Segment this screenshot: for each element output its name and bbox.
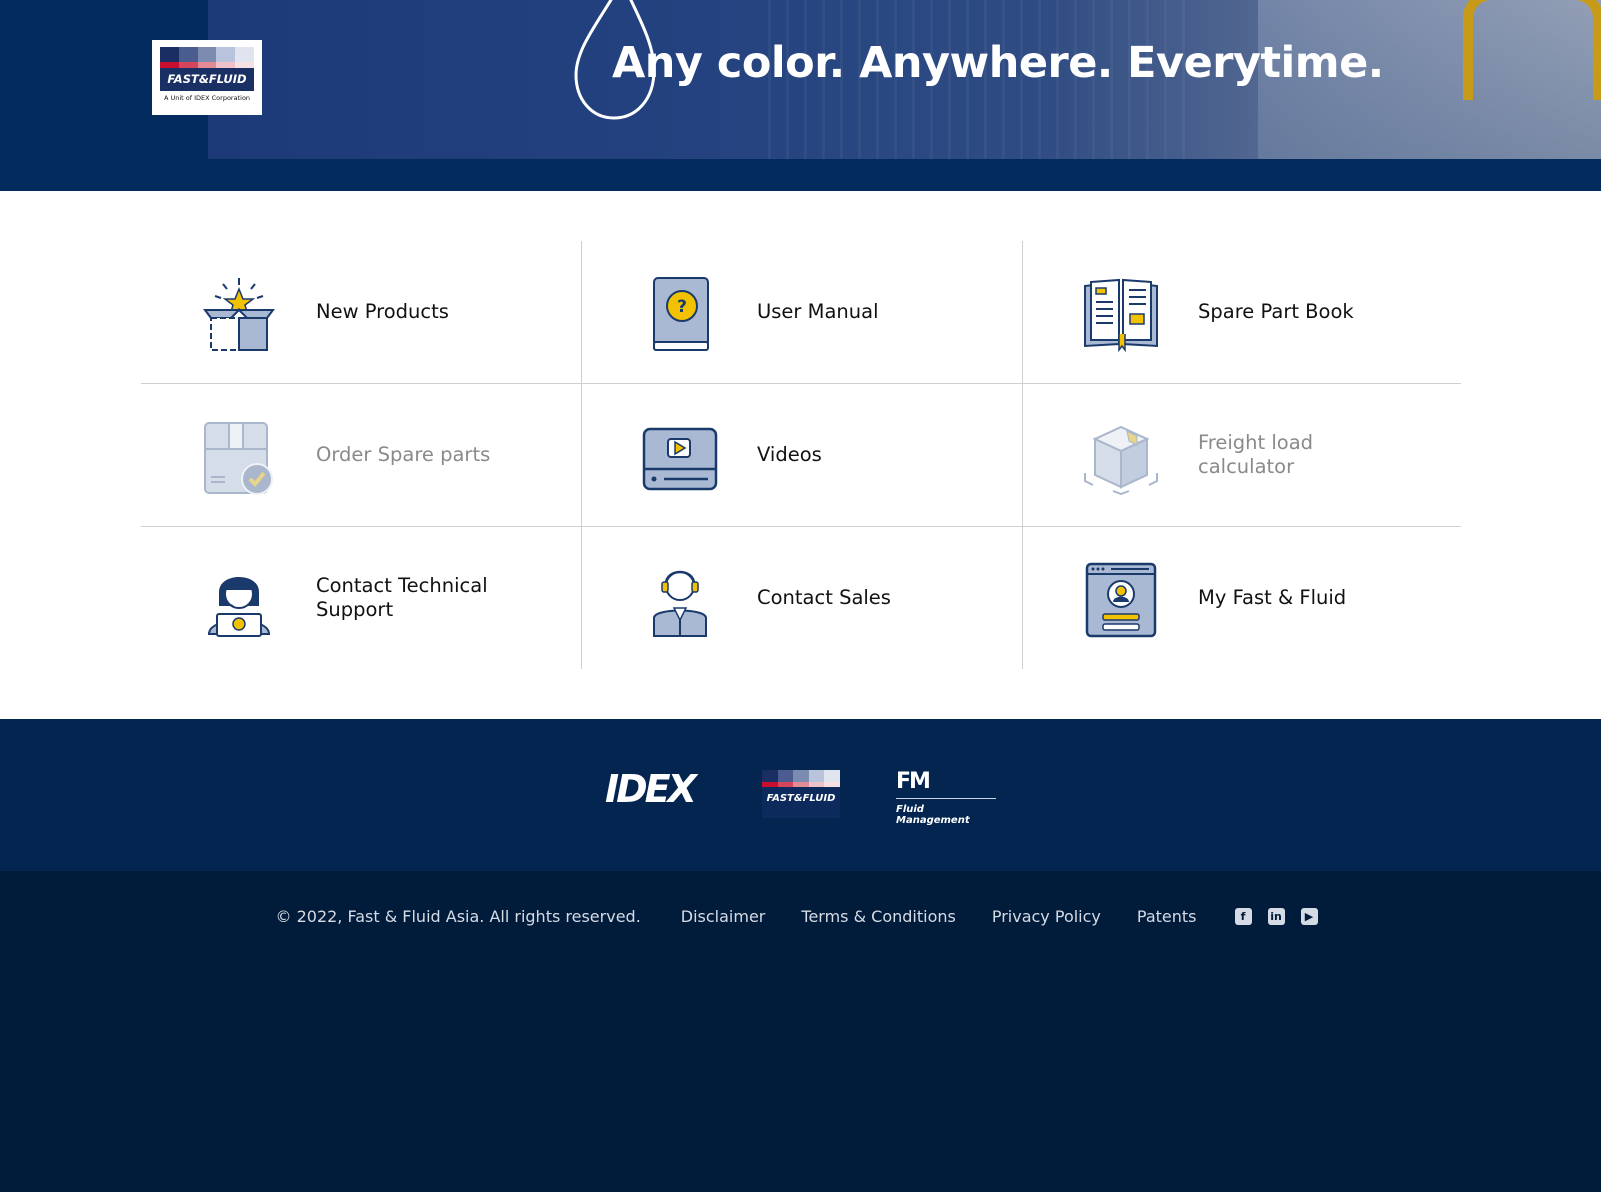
copyright: © 2022, Fast & Fluid Asia. All rights re… xyxy=(275,906,641,926)
tile-new-products[interactable]: New Products xyxy=(141,241,581,383)
logo-subtitle: A Unit of IDEX Corporation xyxy=(163,94,251,102)
logo-swatches-red xyxy=(762,782,840,787)
terms-link[interactable]: Terms & Conditions xyxy=(801,907,955,926)
fluid-management-logo[interactable]: FM Fluid Management xyxy=(896,769,996,826)
tile-label: My Fast & Fluid xyxy=(1198,586,1347,609)
tile-user-manual[interactable]: ? User Manual xyxy=(582,241,1022,383)
fm-name: Fluid Management xyxy=(896,804,970,826)
freight-box-icon xyxy=(1084,425,1158,495)
footer-links: © 2022, Fast & Fluid Asia. All rights re… xyxy=(0,903,1601,929)
technical-support-agent-icon xyxy=(207,577,271,637)
tile-contact-technical-support[interactable]: Contact Technical Support xyxy=(141,527,581,669)
fast-fluid-footer-logo[interactable]: FAST&FLUID xyxy=(762,770,840,818)
header: Any color. Anywhere. Everytime. FAST&FLU… xyxy=(0,0,1601,191)
tile-label: Contact Technical Support xyxy=(316,574,488,621)
fm-mark: FM xyxy=(896,769,931,794)
tile-freight-load-calculator[interactable]: Freight load calculator xyxy=(1023,384,1463,526)
sales-agent-icon xyxy=(653,570,707,637)
footer: © 2022, Fast & Fluid Asia. All rights re… xyxy=(0,871,1601,1192)
patents-link[interactable]: Patents xyxy=(1137,907,1197,926)
svg-text:?: ? xyxy=(677,297,687,317)
logo-swatches xyxy=(762,770,840,782)
tile-my-fast-fluid[interactable]: My Fast & Fluid xyxy=(1023,527,1463,669)
tile-spare-part-book[interactable]: Spare Part Book xyxy=(1023,241,1463,383)
tile-label: Order Spare parts xyxy=(316,443,491,466)
tile-label: User Manual xyxy=(757,300,879,323)
privacy-policy-link[interactable]: Privacy Policy xyxy=(992,907,1101,926)
gift-box-star-icon xyxy=(203,278,275,351)
tile-label: Videos xyxy=(757,443,822,466)
tile-grid: New Products ? User Manual Spare Part Bo… xyxy=(141,241,1461,669)
tile-order-spare-parts[interactable]: Order Spare parts xyxy=(141,384,581,526)
user-profile-card-icon xyxy=(1085,562,1157,638)
hero-banner: Any color. Anywhere. Everytime. xyxy=(208,0,1601,159)
facebook-icon[interactable]: f xyxy=(1234,907,1252,925)
fm-rule xyxy=(896,798,996,799)
tile-label: Freight load calculator xyxy=(1198,431,1314,478)
main-content: New Products ? User Manual Spare Part Bo… xyxy=(0,191,1601,719)
disclaimer-link[interactable]: Disclaimer xyxy=(681,907,766,926)
tile-contact-sales[interactable]: Contact Sales xyxy=(582,527,1022,669)
tile-label: Spare Part Book xyxy=(1198,300,1354,323)
open-book-icon xyxy=(1084,278,1158,352)
banner-yellow-rail xyxy=(1463,0,1601,100)
logo-name: FAST&FLUID xyxy=(766,793,836,804)
package-check-icon xyxy=(204,422,273,495)
youtube-icon[interactable]: ▶ xyxy=(1300,907,1318,925)
tile-label: Contact Sales xyxy=(757,586,891,609)
fast-fluid-logo[interactable]: FAST&FLUID A Unit of IDEX Corporation xyxy=(152,40,262,115)
tile-videos[interactable]: Videos xyxy=(582,384,1022,526)
idex-logo[interactable]: IDEX xyxy=(605,770,697,808)
tile-label: New Products xyxy=(316,300,449,323)
logo-swatches xyxy=(160,47,254,62)
tagline: Any color. Anywhere. Everytime. xyxy=(612,38,1384,88)
video-player-icon xyxy=(642,427,718,491)
question-book-icon: ? xyxy=(653,277,709,351)
linkedin-icon[interactable]: in xyxy=(1267,907,1285,925)
logo-name: FAST&FLUID xyxy=(160,68,254,91)
social-links: f in ▶ xyxy=(1227,907,1326,925)
